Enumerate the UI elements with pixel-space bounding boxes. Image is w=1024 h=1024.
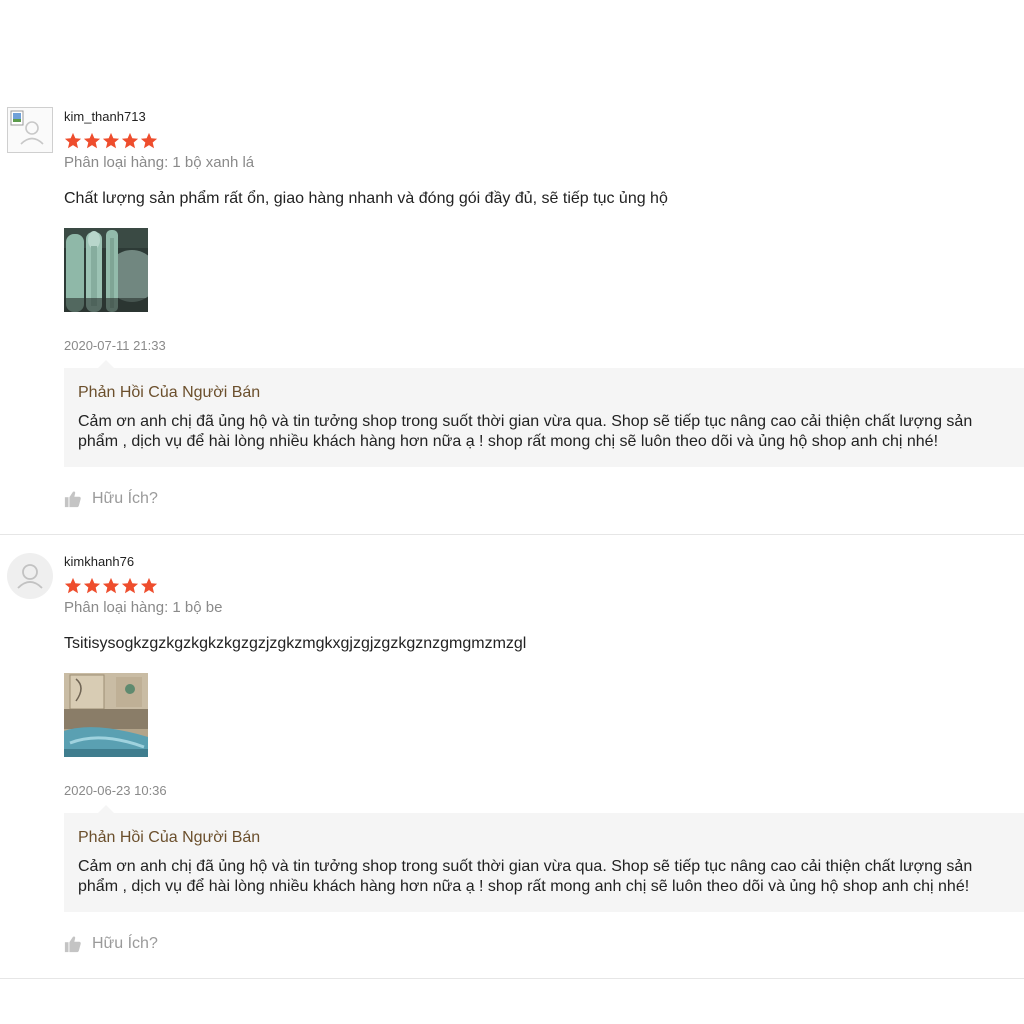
user-avatar-icon [10,110,44,145]
helpful-label: Hữu Ích? [92,935,158,952]
review-item: kimkhanh76 Phân loại hàng: 1 bộ be Tsiti… [0,535,1024,979]
star-icon [140,577,158,594]
reviewer-username[interactable]: kim_thanh713 [64,108,1024,126]
thumbs-up-icon [64,936,81,953]
user-avatar[interactable] [7,107,53,153]
star-icon [64,577,82,594]
star-icon [64,132,82,149]
helpful-label: Hữu Ích? [92,490,158,507]
reviewer-username[interactable]: kimkhanh76 [64,553,1024,571]
reply-pointer [98,360,114,368]
seller-reply-text: Cảm ơn anh chị đã ủng hộ và tin tưởng sh… [78,857,1010,897]
seller-reply-title: Phản Hồi Của Người Bán [78,384,261,401]
user-avatar-icon [17,564,43,589]
seller-reply-line: phẩm , dịch vụ để hài lòng nhiều khách h… [78,878,970,895]
seller-reply: Phản Hồi Của Người Bán Cảm ơn anh chị đã… [64,360,1024,467]
review-content: kimkhanh76 Phân loại hàng: 1 bộ be Tsiti… [64,553,1024,955]
seller-reply-text: Cảm ơn anh chị đã ủng hộ và tin tưởng sh… [78,412,1010,452]
review-content: kim_thanh713 Phân loại hàng: 1 bộ xanh l… [64,108,1024,510]
product-variation: Phân loại hàng: 1 bộ xanh lá [64,154,255,171]
review-item: kim_thanh713 Phân loại hàng: 1 bộ xanh l… [0,0,1024,535]
seller-reply: Phản Hồi Của Người Bán Cảm ơn anh chị đã… [64,805,1024,912]
star-icon [140,132,158,149]
user-avatar[interactable] [7,553,53,599]
star-icon [102,132,120,149]
helpful-button[interactable]: Hữu Ích? [64,933,1024,955]
star-icon [121,132,139,149]
star-icon [121,577,139,594]
review-comment: Tsitisysogkzgzkgzkgkzkgzgzjzgkzmgkxgjzgj… [64,635,527,652]
star-icon [83,577,101,594]
review-photo[interactable] [64,228,148,312]
helpful-button[interactable]: Hữu Ích? [64,488,1024,510]
review-comment: Chất lượng sản phẩm rất ổn, giao hàng nh… [64,190,668,207]
seller-reply-line: phẩm , dịch vụ để hài lòng nhiều khách h… [78,433,939,450]
star-icon [102,577,120,594]
reply-pointer [98,805,114,813]
product-variation: Phân loại hàng: 1 bộ be [64,599,223,616]
thumbs-up-icon [64,491,81,508]
seller-reply-title: Phản Hồi Của Người Bán [78,829,261,846]
review-photo[interactable] [64,673,148,757]
review-timestamp: 2020-07-11 21:33 [64,338,166,353]
review-timestamp: 2020-06-23 10:36 [64,783,167,798]
seller-reply-line: Cảm ơn anh chị đã ủng hộ và tin tưởng sh… [78,858,973,875]
rating-stars [64,577,1024,595]
seller-reply-line: Cảm ơn anh chị đã ủng hộ và tin tưởng sh… [78,413,973,430]
rating-stars [64,132,1024,150]
star-icon [83,132,101,149]
